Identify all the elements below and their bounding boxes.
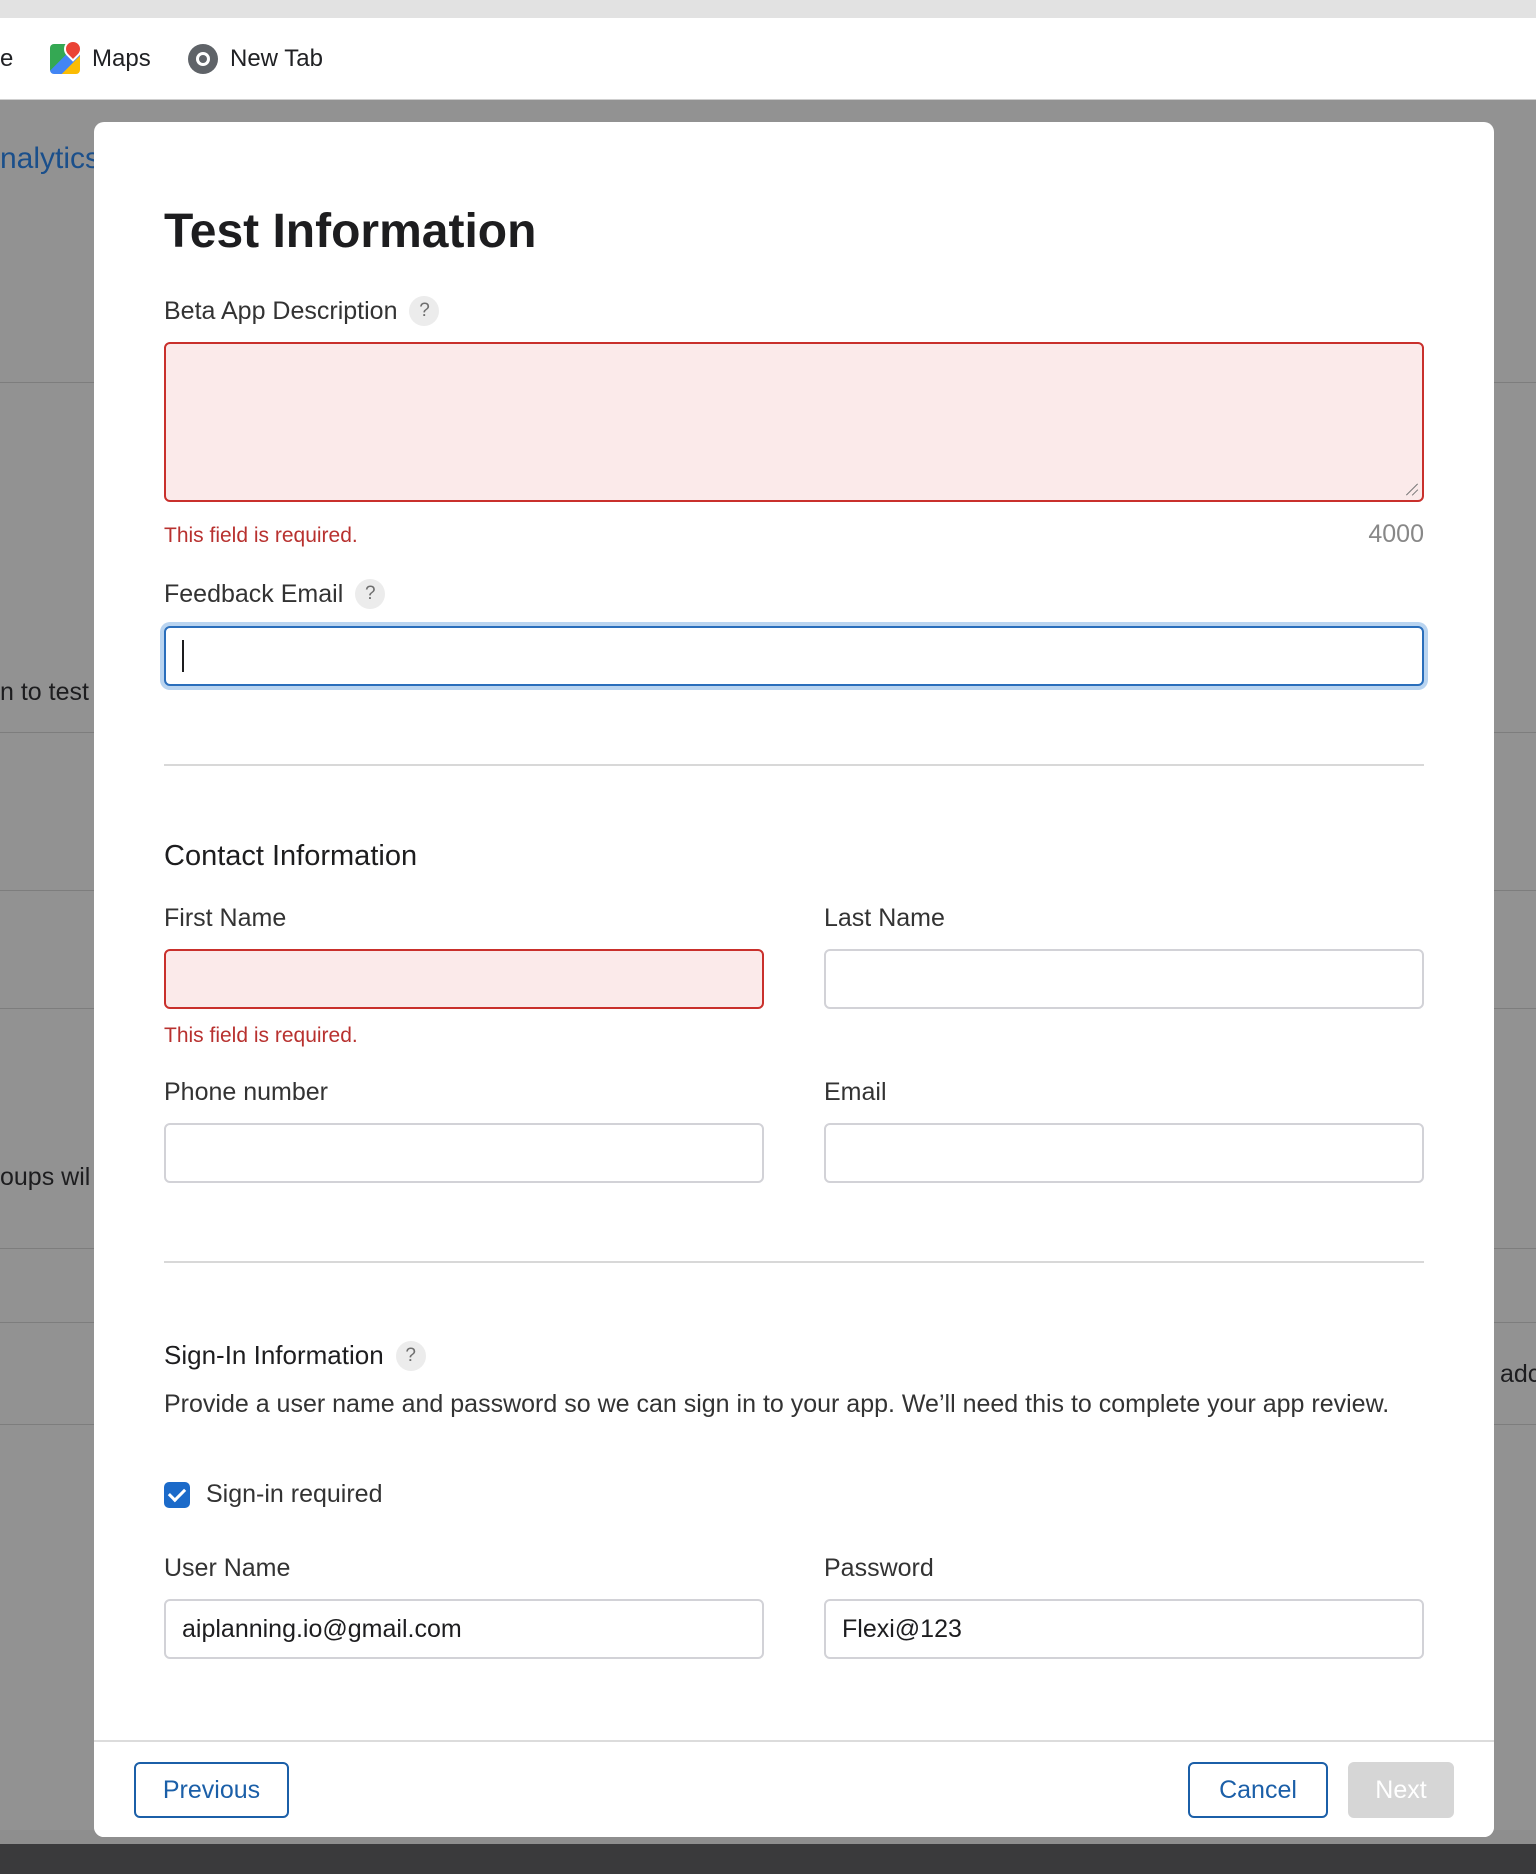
beta-description-error: This field is required.	[164, 524, 358, 547]
sign-in-required-checkbox[interactable]	[164, 1481, 190, 1508]
label-text: Feedback Email	[164, 579, 344, 608]
chrome-icon	[188, 44, 218, 74]
last-name-input[interactable]	[824, 949, 1424, 1009]
user-name-label: User Name	[164, 1554, 291, 1582]
background-text: oups wil	[0, 1163, 91, 1191]
bookmarks-bar: e Maps New Tab	[0, 18, 1536, 100]
sign-in-description: Provide a user name and password so we c…	[164, 1390, 1390, 1418]
first-name-error: This field is required.	[164, 1024, 358, 1047]
bookmark-maps[interactable]: Maps	[50, 42, 151, 76]
bookmark-label: e	[0, 45, 14, 72]
beta-description-label: Beta App Description ?	[164, 296, 440, 326]
checkbox-label: Sign-in required	[206, 1480, 383, 1508]
input-value: aiplanning.io@gmail.com	[182, 1614, 462, 1643]
label-text: Beta App Description	[164, 296, 398, 325]
bookmark-partial[interactable]: e	[0, 42, 13, 76]
text-caret	[182, 640, 184, 672]
last-name-label: Last Name	[824, 904, 945, 932]
bookmark-label: Maps	[92, 45, 151, 72]
first-name-label: First Name	[164, 904, 287, 932]
feedback-email-input[interactable]	[164, 626, 1424, 686]
feedback-email-label: Feedback Email ?	[164, 579, 386, 609]
modal-footer: Previous Cancel Next	[94, 1740, 1494, 1837]
password-input[interactable]: Flexi@123	[824, 1599, 1424, 1659]
help-icon[interactable]: ?	[395, 1340, 426, 1371]
test-information-modal: Test Information Beta App Description ? …	[94, 122, 1494, 1837]
phone-label: Phone number	[164, 1078, 329, 1106]
cancel-button[interactable]: Cancel	[1188, 1762, 1328, 1818]
contact-section-title: Contact Information	[164, 840, 418, 872]
section-title-text: Sign-In Information	[164, 1340, 384, 1370]
background-text: n to test	[0, 678, 89, 706]
background-nav-link: nalytics	[0, 142, 101, 175]
previous-button[interactable]: Previous	[134, 1762, 289, 1818]
next-button[interactable]: Next	[1348, 1762, 1454, 1818]
email-input[interactable]	[824, 1123, 1424, 1183]
first-name-input[interactable]	[164, 949, 764, 1009]
phone-input[interactable]	[164, 1123, 764, 1183]
help-icon[interactable]: ?	[355, 579, 386, 609]
help-icon[interactable]: ?	[409, 296, 440, 326]
password-label: Password	[824, 1554, 934, 1582]
email-label: Email	[824, 1078, 887, 1106]
beta-description-textarea[interactable]	[164, 342, 1424, 502]
user-name-input[interactable]: aiplanning.io@gmail.com	[164, 1599, 764, 1659]
background-text: adc	[1500, 1360, 1536, 1388]
bookmark-label: New Tab	[230, 45, 323, 72]
section-divider	[164, 1261, 1424, 1263]
bookmark-new-tab[interactable]: New Tab	[188, 42, 323, 76]
input-value: Flexi@123	[842, 1614, 962, 1643]
section-divider	[164, 764, 1424, 766]
sign-in-required-row[interactable]: Sign-in required	[164, 1480, 383, 1509]
character-counter: 4000	[1368, 520, 1424, 548]
browser-tabstrip	[0, 0, 1536, 18]
modal-title: Test Information	[164, 205, 537, 258]
sign-in-section-title: Sign-In Information ?	[164, 1340, 426, 1371]
maps-icon	[50, 44, 80, 74]
resize-handle-icon[interactable]	[1404, 482, 1418, 496]
